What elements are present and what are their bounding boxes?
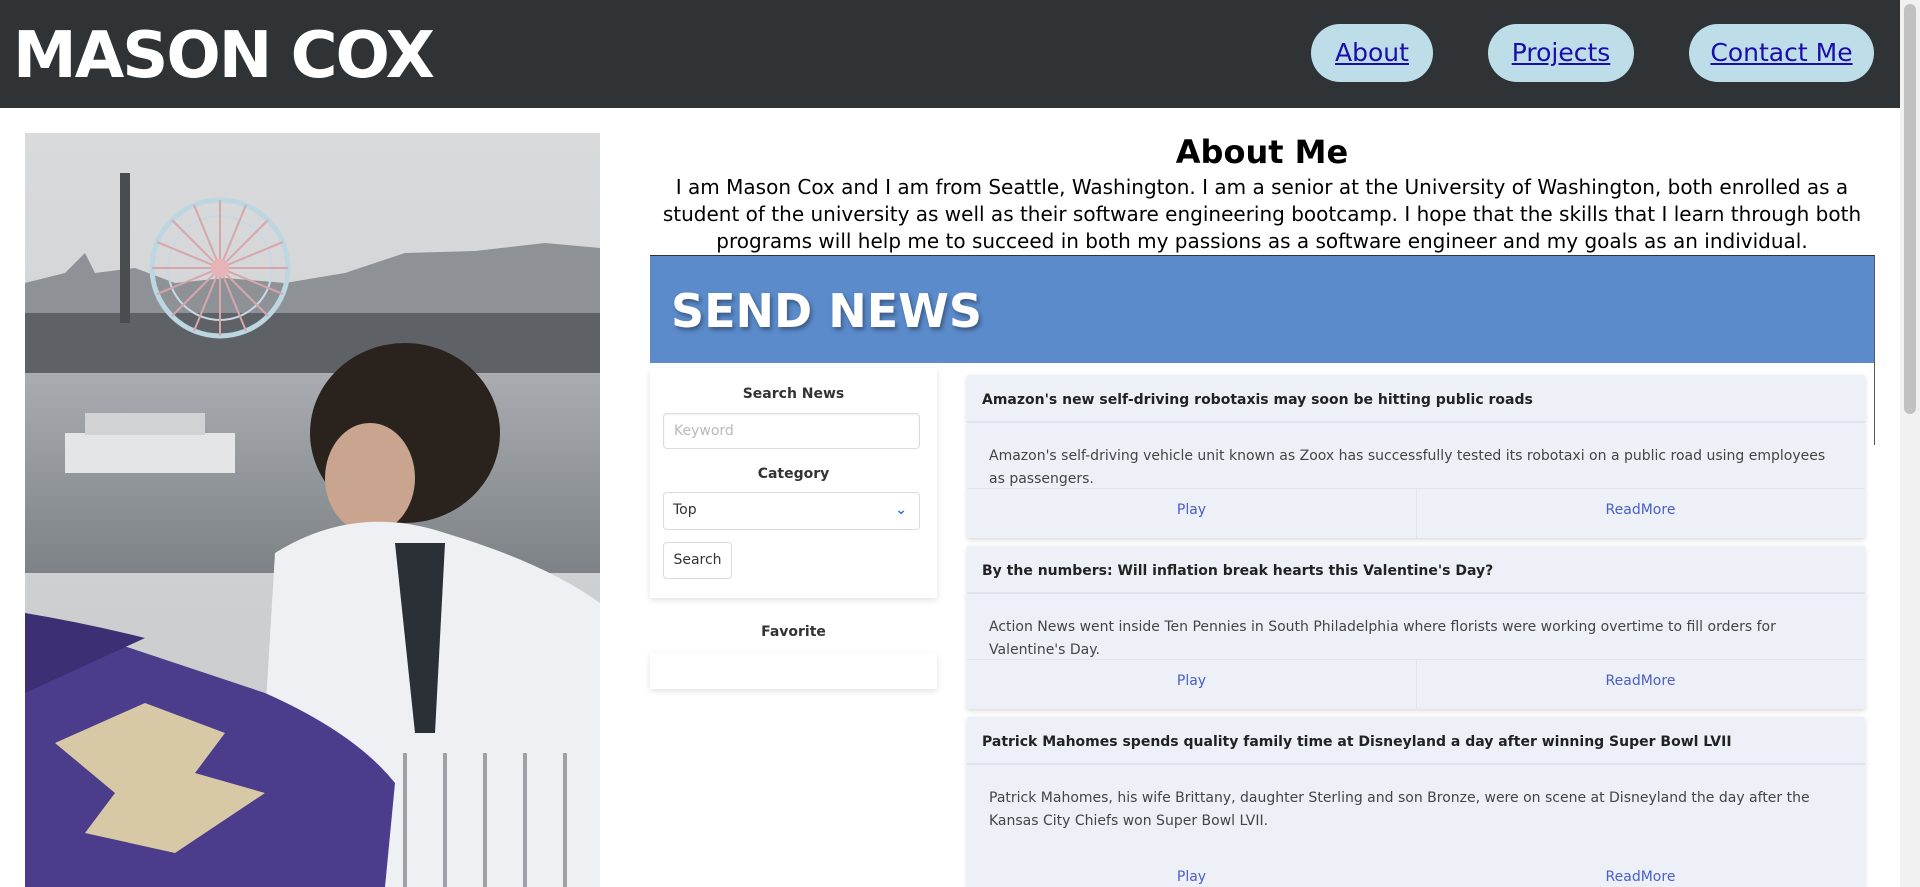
category-select[interactable]: Top ⌄ (663, 492, 920, 530)
read-more-link[interactable]: ReadMore (1416, 673, 1865, 689)
news-card: By the numbers: Will inflation break hea… (967, 546, 1865, 709)
keyword-input[interactable] (663, 413, 920, 449)
news-card-title: Patrick Mahomes spends quality family ti… (982, 734, 1732, 750)
scrollbar-thumb[interactable] (1904, 4, 1916, 414)
play-button[interactable]: Play (967, 502, 1416, 518)
favorite-list (650, 653, 937, 689)
divider (967, 421, 1865, 423)
favorite-label: Favorite (761, 624, 826, 640)
nav-contact-link[interactable]: Contact Me (1689, 24, 1874, 82)
news-card-description: Patrick Mahomes, his wife Brittany, daug… (989, 790, 1810, 829)
search-panel: Search News Category Top ⌄ Search (650, 368, 937, 598)
about-title: About Me (1175, 133, 1349, 171)
search-button[interactable]: Search (663, 542, 732, 579)
news-app-title: SEND NEWS (671, 284, 983, 338)
page-scrollbar[interactable] (1900, 0, 1920, 887)
divider (967, 763, 1865, 765)
read-more-link[interactable]: ReadMore (1416, 502, 1865, 518)
play-button[interactable]: Play (967, 673, 1416, 689)
divider (967, 592, 1865, 594)
news-card-description: Action News went inside Ten Pennies in S… (989, 619, 1776, 658)
top-navbar: MASON COX About Projects Contact Me (0, 0, 1900, 108)
news-card-description: Amazon's self-driving vehicle unit known… (989, 448, 1826, 487)
nav-about-link[interactable]: About (1311, 24, 1433, 82)
site-brand: MASON COX (13, 19, 435, 93)
read-more-link[interactable]: ReadMore (1416, 869, 1865, 885)
nav-projects-link[interactable]: Projects (1488, 24, 1634, 82)
news-card: Patrick Mahomes spends quality family ti… (967, 717, 1865, 887)
news-card: Amazon's new self-driving robotaxis may … (967, 375, 1865, 538)
news-card-title: By the numbers: Will inflation break hea… (982, 563, 1494, 579)
chevron-down-icon: ⌄ (895, 502, 907, 518)
news-banner: SEND NEWS (650, 256, 1874, 363)
news-card-title: Amazon's new self-driving robotaxis may … (982, 392, 1533, 408)
about-text: I am Mason Cox and I am from Seattle, Wa… (662, 175, 1862, 253)
search-news-label: Search News (742, 386, 845, 402)
category-label: Category (757, 466, 830, 482)
profile-photo (25, 133, 600, 887)
play-button[interactable]: Play (967, 869, 1416, 885)
category-selected-value: Top (673, 502, 697, 518)
